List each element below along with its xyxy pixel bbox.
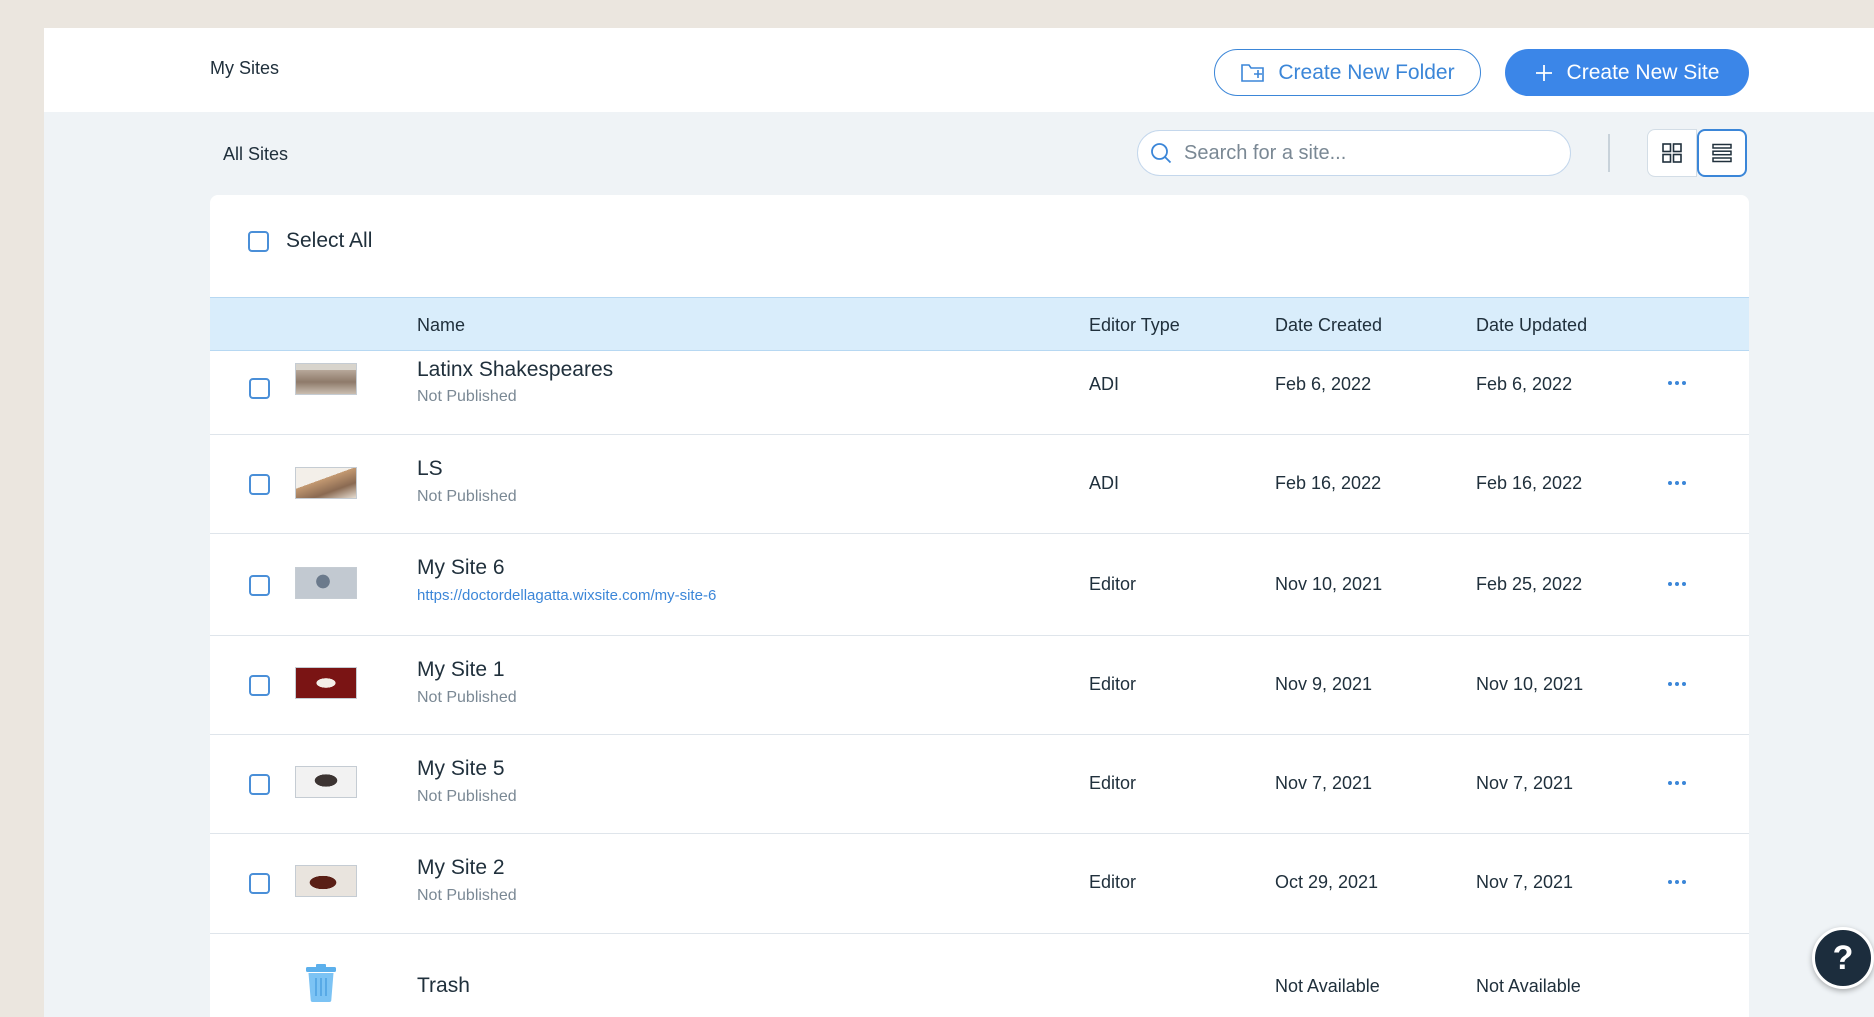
- column-header-name[interactable]: Name: [417, 315, 465, 336]
- site-status: Not Published: [417, 488, 517, 505]
- table-row[interactable]: Latinx Shakespeares Not Published ADI Fe…: [210, 352, 1749, 435]
- select-all-checkbox[interactable]: [248, 230, 269, 252]
- top-bar: My Sites Create New Folder Create New Si…: [44, 28, 1874, 112]
- date-created: Oct 29, 2021: [1275, 872, 1379, 892]
- date-created: Nov 9, 2021: [1275, 674, 1373, 694]
- table-header: Name Editor Type Date Created Date Updat…: [210, 297, 1749, 351]
- create-new-folder-label: Create New Folder: [1278, 60, 1455, 84]
- more-actions-icon[interactable]: [1668, 582, 1686, 586]
- row-checkbox[interactable]: [249, 774, 270, 795]
- column-header-date-updated[interactable]: Date Updated: [1476, 315, 1587, 336]
- trash-date-updated: Not Available: [1476, 976, 1581, 996]
- editor-type: Editor: [1089, 674, 1137, 694]
- folder-plus-icon: [1241, 63, 1265, 82]
- site-thumbnail[interactable]: [295, 667, 357, 699]
- table-row[interactable]: My Site 1 Not Published Editor Nov 9, 20…: [210, 636, 1749, 735]
- create-new-site-label: Create New Site: [1566, 60, 1720, 84]
- table-row[interactable]: My Site 5 Not Published Editor Nov 7, 20…: [210, 735, 1749, 834]
- trash-row[interactable]: Trash Not Available Not Available: [210, 934, 1749, 1017]
- trash-date-created: Not Available: [1275, 976, 1380, 996]
- site-thumbnail[interactable]: [295, 766, 357, 798]
- more-actions-icon[interactable]: [1668, 880, 1686, 884]
- editor-type: ADI: [1089, 473, 1120, 493]
- date-created: Nov 10, 2021: [1275, 574, 1383, 594]
- site-thumbnail[interactable]: [295, 567, 357, 599]
- editor-type: Editor: [1089, 872, 1137, 892]
- site-url-link[interactable]: https://doctordellagatta.wixsite.com/my-…: [417, 587, 716, 604]
- toolbar-divider: [1608, 134, 1610, 172]
- date-updated: Feb 6, 2022: [1476, 374, 1573, 394]
- create-new-site-button[interactable]: Create New Site: [1505, 49, 1749, 96]
- more-actions-icon[interactable]: [1668, 682, 1686, 686]
- column-header-date-created[interactable]: Date Created: [1275, 315, 1382, 336]
- trash-icon: [306, 964, 336, 1002]
- more-actions-icon[interactable]: [1668, 381, 1686, 385]
- sites-table-card: Select All Name Editor Type Date Created…: [210, 195, 1749, 1017]
- date-updated: Feb 25, 2022: [1476, 574, 1583, 594]
- trash-label[interactable]: Trash: [417, 974, 470, 998]
- date-updated: Nov 10, 2021: [1476, 674, 1584, 694]
- select-all[interactable]: Select All: [248, 229, 372, 253]
- site-name[interactable]: My Site 2: [417, 856, 505, 880]
- create-new-folder-button[interactable]: Create New Folder: [1214, 49, 1481, 96]
- row-checkbox[interactable]: [249, 474, 270, 495]
- select-all-label: Select All: [286, 229, 373, 252]
- site-name[interactable]: My Site 6: [417, 556, 505, 580]
- list-view-button[interactable]: [1697, 129, 1747, 177]
- date-created: Nov 7, 2021: [1275, 773, 1373, 793]
- column-header-editor-type[interactable]: Editor Type: [1089, 315, 1180, 336]
- plus-icon: [1535, 64, 1552, 81]
- site-name[interactable]: My Site 5: [417, 757, 505, 781]
- site-status: Not Published: [417, 388, 517, 405]
- date-updated: Nov 7, 2021: [1476, 773, 1574, 793]
- list-icon: [1712, 143, 1732, 163]
- site-name[interactable]: My Site 1: [417, 658, 505, 682]
- site-status: Not Published: [417, 689, 517, 706]
- date-updated: Nov 7, 2021: [1476, 872, 1574, 892]
- question-mark-icon: ?: [1832, 938, 1854, 977]
- table-row[interactable]: My Site 6 https://doctordellagatta.wixsi…: [210, 534, 1749, 636]
- site-thumbnail[interactable]: [295, 467, 357, 499]
- site-name[interactable]: Latinx Shakespeares: [417, 358, 613, 382]
- date-updated: Feb 16, 2022: [1476, 473, 1583, 493]
- site-status: Not Published: [417, 887, 517, 904]
- site-name[interactable]: LS: [417, 457, 443, 481]
- search-box[interactable]: [1137, 130, 1571, 176]
- editor-type: Editor: [1089, 574, 1137, 594]
- row-checkbox[interactable]: [249, 675, 270, 696]
- breadcrumb[interactable]: My Sites: [210, 58, 279, 79]
- search-input[interactable]: [1184, 141, 1544, 165]
- site-thumbnail[interactable]: [295, 865, 357, 897]
- grid-view-button[interactable]: [1647, 129, 1697, 177]
- row-checkbox[interactable]: [249, 873, 270, 894]
- editor-type: Editor: [1089, 773, 1137, 793]
- table-row[interactable]: LS Not Published ADI Feb 16, 2022 Feb 16…: [210, 435, 1749, 534]
- editor-type: ADI: [1089, 374, 1120, 394]
- grid-icon: [1662, 143, 1682, 163]
- more-actions-icon[interactable]: [1668, 781, 1686, 785]
- site-thumbnail[interactable]: [295, 363, 357, 395]
- page: My Sites Create New Folder Create New Si…: [44, 28, 1874, 1017]
- table-row[interactable]: My Site 2 Not Published Editor Oct 29, 2…: [210, 834, 1749, 934]
- more-actions-icon[interactable]: [1668, 481, 1686, 485]
- row-checkbox[interactable]: [249, 378, 270, 399]
- help-button[interactable]: ?: [1812, 927, 1874, 989]
- date-created: Feb 16, 2022: [1275, 473, 1382, 493]
- search-icon: [1151, 143, 1172, 164]
- date-created: Feb 6, 2022: [1275, 374, 1372, 394]
- row-checkbox[interactable]: [249, 575, 270, 596]
- all-sites-title: All Sites: [223, 144, 289, 164]
- site-status: Not Published: [417, 788, 517, 805]
